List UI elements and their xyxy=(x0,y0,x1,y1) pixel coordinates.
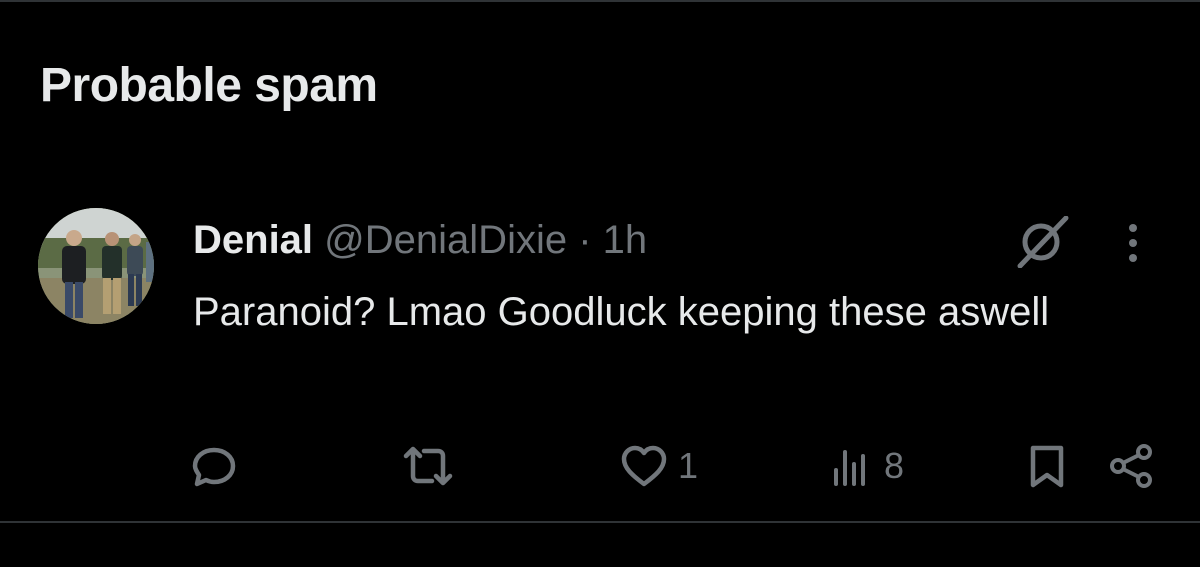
views-count: 8 xyxy=(884,445,905,486)
more-vertical-icon[interactable] xyxy=(1118,218,1148,268)
bookmark-icon xyxy=(1025,442,1069,490)
retweet-button[interactable] xyxy=(400,438,466,494)
avatar[interactable] xyxy=(38,208,154,324)
avatar-photo xyxy=(38,208,154,324)
action-bar: 1 8 xyxy=(0,438,1200,498)
grok-icon[interactable] xyxy=(1012,215,1072,269)
separator-dot: · xyxy=(578,218,592,262)
author-handle[interactable]: @DenialDixie xyxy=(324,218,567,262)
spam-section: Probable spam Denial @DenialDixie · 1h P… xyxy=(0,0,1200,567)
views-chart-icon xyxy=(830,442,874,490)
reply-icon xyxy=(190,442,238,490)
share-button[interactable] xyxy=(1108,438,1156,494)
heart-icon xyxy=(620,442,668,490)
share-icon xyxy=(1108,442,1156,490)
tweet-header: Denial @DenialDixie · 1h xyxy=(193,214,647,266)
like-button[interactable]: 1 xyxy=(620,438,698,494)
like-count: 1 xyxy=(678,445,699,486)
bookmark-button[interactable] xyxy=(1025,438,1069,494)
section-title: Probable spam xyxy=(40,59,378,112)
tweet-text: Paranoid? Lmao Goodluck keeping these as… xyxy=(193,290,1050,334)
bottom-divider xyxy=(0,521,1200,523)
author-name[interactable]: Denial xyxy=(193,218,313,262)
reply-button[interactable] xyxy=(190,438,248,494)
top-divider xyxy=(0,0,1200,2)
timestamp[interactable]: 1h xyxy=(603,218,648,262)
retweet-icon xyxy=(400,442,456,490)
views-button[interactable]: 8 xyxy=(830,438,904,494)
